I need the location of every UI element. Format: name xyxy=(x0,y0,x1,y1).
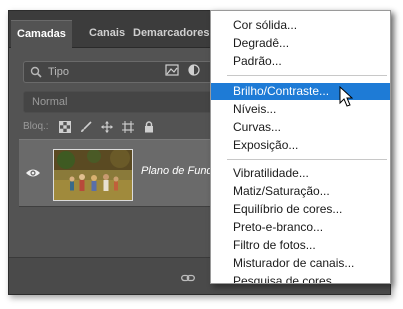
cursor-icon xyxy=(339,85,354,113)
layer-name: Plano de Fundo xyxy=(141,165,219,177)
eye-icon[interactable] xyxy=(25,166,41,184)
image-filter-icon[interactable] xyxy=(165,63,179,76)
tab-camadas[interactable]: Camadas xyxy=(11,20,72,48)
menu-separator xyxy=(227,75,387,76)
menu-item-equilibrio-de-cores[interactable]: Equilíbrio de cores... xyxy=(211,201,390,218)
menu-item-misturador-de-canais[interactable]: Misturador de canais... xyxy=(211,255,390,272)
menu-item-vibratilidade[interactable]: Vibratilidade... xyxy=(211,165,390,182)
menu-item-curvas[interactable]: Curvas... xyxy=(211,119,390,136)
lock-paint-icon[interactable] xyxy=(80,120,92,138)
menu-item-cor-solida[interactable]: Cor sólida... xyxy=(211,17,390,34)
blend-mode-value: Normal xyxy=(32,96,68,108)
menu-item-degrade[interactable]: Degradê... xyxy=(211,35,390,52)
lock-label: Bloq.: xyxy=(23,121,49,132)
menu-item-matiz-saturacao[interactable]: Matiz/Saturação... xyxy=(211,183,390,200)
blend-mode-select[interactable]: Normal xyxy=(23,91,215,113)
menu-item-padrao[interactable]: Padrão... xyxy=(211,53,390,70)
menu-item-brilho-contraste[interactable]: Brilho/Contraste... xyxy=(211,83,390,100)
menu-item-preto-e-branco[interactable]: Preto-e-branco... xyxy=(211,219,390,236)
adjustment-layer-menu: Cor sólida... Degradê... Padrão... Brilh… xyxy=(210,10,391,284)
tab-canais[interactable]: Canais xyxy=(83,20,131,47)
lock-transparency-icon[interactable] xyxy=(59,120,71,138)
search-icon xyxy=(30,65,42,85)
menu-item-pesquisa-de-cores[interactable]: Pesquisa de cores... xyxy=(211,273,390,283)
lock-all-icon[interactable] xyxy=(143,120,155,138)
menu-item-exposicao[interactable]: Exposição... xyxy=(211,137,390,154)
lock-artboard-icon[interactable] xyxy=(122,120,134,138)
menu-separator xyxy=(227,159,387,160)
menu-item-filtro-de-fotos[interactable]: Filtro de fotos... xyxy=(211,237,390,254)
adjustment-filter-icon[interactable] xyxy=(187,63,201,76)
lock-move-icon[interactable] xyxy=(101,120,113,138)
link-icon[interactable] xyxy=(181,270,195,288)
tab-demarcadores[interactable]: Demarcadores xyxy=(127,20,215,47)
layer-thumbnail xyxy=(53,149,133,201)
menu-item-niveis[interactable]: Níveis... xyxy=(211,101,390,118)
search-placeholder: Tipo xyxy=(48,66,69,78)
